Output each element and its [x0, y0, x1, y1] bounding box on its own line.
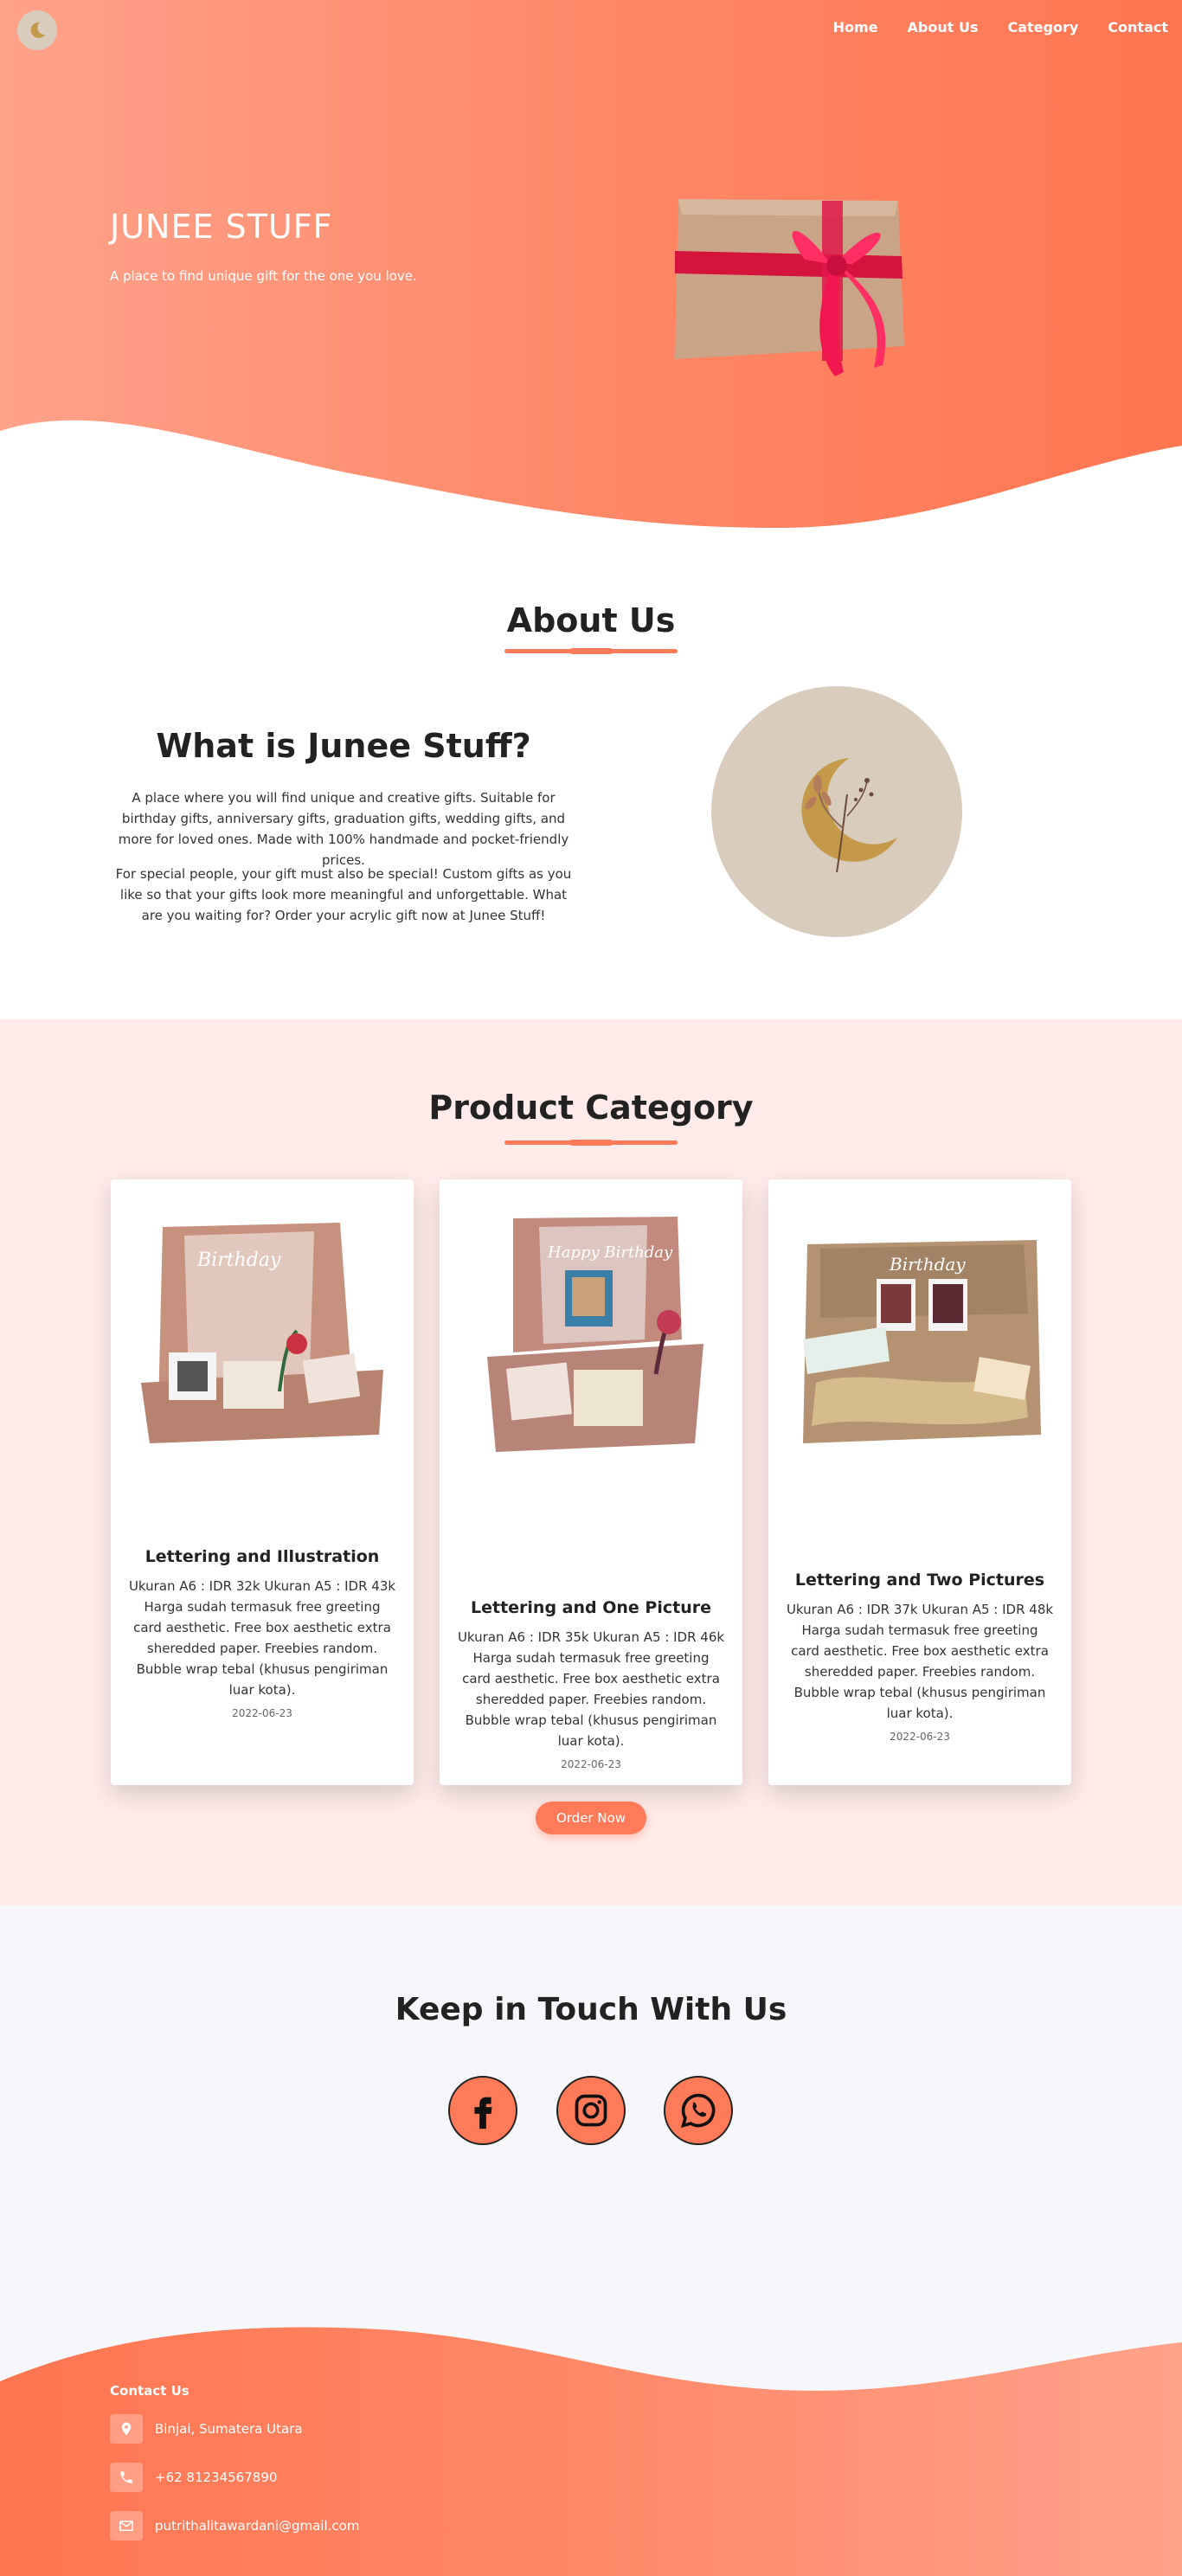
card-date: 2022-06-23 — [232, 1707, 292, 1719]
footer-location-text: Binjai, Sumatera Utara — [155, 2421, 303, 2437]
hero-title: JUNEE STUFF — [110, 208, 333, 246]
envelope-icon — [110, 2511, 143, 2541]
footer-contact-heading: Contact Us — [110, 2383, 190, 2399]
card-description: Ukuran A6 : IDR 37k Ukuran A5 : IDR 48k … — [786, 1602, 1054, 1721]
card-description: Ukuran A6 : IDR 35k Ukuran A5 : IDR 46k … — [457, 1629, 725, 1749]
facebook-icon — [474, 2097, 492, 2130]
hero-section: Home About Us Category Contact JUNEE STU… — [0, 0, 1182, 528]
about-section: About Us What is Junee Stuff? A place wh… — [0, 528, 1182, 1019]
card-title: Lettering and Two Pictures — [794, 1571, 1045, 1590]
svg-text:Birthday: Birthday — [196, 1249, 281, 1271]
card-title: Lettering and One Picture — [471, 1598, 711, 1617]
about-paragraph-2: For special people, your gift must also … — [115, 866, 572, 923]
product-card[interactable]: Happy Birthday Lettering and One Picture… — [440, 1179, 742, 1785]
card-date: 2022-06-23 — [561, 1758, 621, 1770]
nav-about-us[interactable]: About Us — [908, 19, 979, 35]
product-image: Birthday — [141, 1223, 383, 1443]
moon-branch-icon — [801, 758, 897, 873]
whatsapp-icon — [680, 2093, 716, 2129]
svg-text:Birthday: Birthday — [889, 1254, 966, 1275]
facebook-button[interactable] — [448, 2076, 517, 2145]
about-paragraph-1: A place where you will find unique and c… — [118, 790, 569, 868]
footer-email-text[interactable]: putrithalitawardani@gmail.com — [155, 2518, 359, 2534]
card-title: Lettering and Illustration — [145, 1547, 380, 1566]
card-date: 2022-06-23 — [890, 1731, 950, 1743]
main-nav: Home About Us Category Contact — [833, 19, 1168, 35]
about-section-title: About Us — [506, 601, 676, 639]
order-now-button[interactable]: Order Now — [536, 1802, 646, 1834]
logo[interactable] — [17, 10, 57, 50]
product-card[interactable]: Birthday Lettering and Two Pictures Ukur… — [768, 1179, 1071, 1785]
contact-section: Keep in Touch With Us Contact Us Binjai,… — [0, 1905, 1182, 2576]
nav-category[interactable]: Category — [1007, 19, 1078, 35]
product-section: Product Category Birthday Lettering and … — [0, 1019, 1182, 1905]
location-pin-icon — [110, 2414, 143, 2444]
nav-home[interactable]: Home — [833, 19, 878, 35]
product-image: Birthday — [803, 1240, 1041, 1443]
product-title-underline — [504, 1140, 678, 1146]
footer-phone-text[interactable]: +62 81234567890 — [155, 2470, 277, 2485]
phone-icon — [110, 2463, 143, 2492]
about-title-underline — [504, 648, 678, 654]
product-card[interactable]: Birthday Lettering and Illustration Ukur… — [111, 1179, 414, 1785]
product-section-title: Product Category — [428, 1089, 754, 1127]
gift-box-image — [675, 199, 904, 376]
instagram-icon — [575, 2094, 607, 2127]
footer-email: putrithalitawardani@gmail.com — [110, 2511, 359, 2541]
hero-wave — [0, 420, 1182, 528]
instagram-button[interactable] — [556, 2076, 626, 2145]
footer-phone: +62 81234567890 — [110, 2463, 277, 2492]
moon-logo-icon — [30, 22, 45, 38]
card-description: Ukuran A6 : IDR 32k Ukuran A5 : IDR 43k … — [128, 1578, 396, 1698]
svg-text:Happy Birthday: Happy Birthday — [547, 1243, 673, 1262]
whatsapp-button[interactable] — [664, 2076, 733, 2145]
about-logo — [711, 686, 962, 937]
about-heading: What is Junee Stuff? — [156, 727, 531, 765]
product-image: Happy Birthday — [487, 1217, 703, 1452]
nav-contact[interactable]: Contact — [1108, 19, 1168, 35]
keep-in-touch-title: Keep in Touch With Us — [395, 1992, 787, 2027]
footer-location: Binjai, Sumatera Utara — [110, 2414, 303, 2444]
hero-subtitle: A place to find unique gift for the one … — [110, 268, 417, 284]
